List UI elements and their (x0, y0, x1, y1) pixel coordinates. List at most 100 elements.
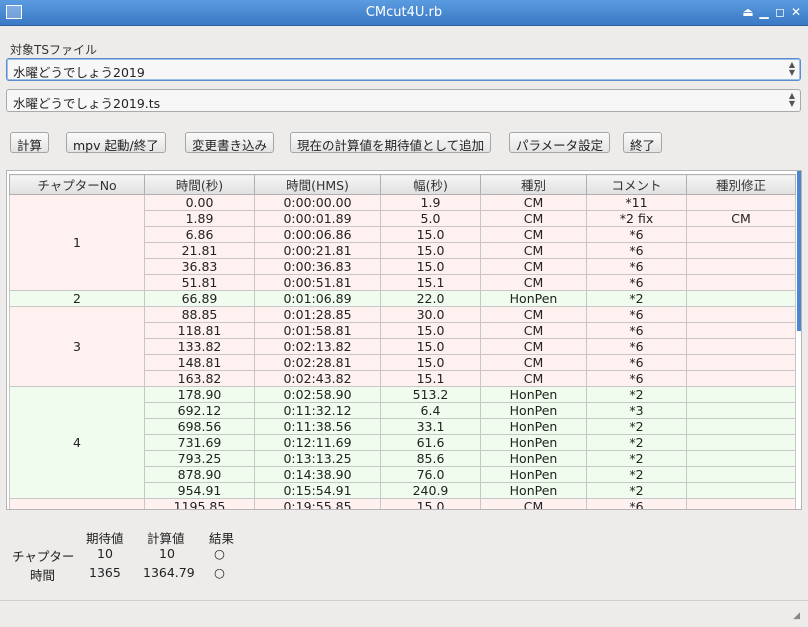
table-row[interactable]: 2 66.89 0:01:06.89 22.0 HonPen *2 (9, 290, 796, 307)
column-header[interactable]: 種別修正 (686, 174, 796, 195)
summary-chapter-label: チャプター (12, 549, 75, 564)
resize-grip-icon[interactable]: ◢ (793, 611, 800, 621)
type-fix-cell[interactable] (686, 290, 796, 307)
title-bar: CMcut4U.rb ⏏ ▁ ◻ ✕ (0, 0, 808, 26)
type-fix-cell[interactable] (686, 322, 796, 339)
width-cell: 22.0 (380, 290, 481, 307)
chapter-number-cell: 4 (9, 386, 145, 499)
type-fix-cell[interactable] (686, 418, 796, 435)
ts-folder-select[interactable]: 水曜どうでしょう2019 ▲ ▼ (6, 58, 801, 81)
table-row[interactable]: 1195.85 0:19:55.85 15.0 CM *6 (9, 498, 796, 509)
type-fix-cell[interactable] (686, 450, 796, 467)
summary-time-label: 時間 (30, 568, 56, 583)
type-fix-cell[interactable] (686, 194, 796, 211)
comment-cell: *2 (586, 482, 687, 499)
summary-time-result: ○ (214, 565, 225, 580)
time-sec-cell: 21.81 (144, 242, 255, 259)
type-cell: CM (480, 338, 587, 355)
type-cell: CM (480, 370, 587, 387)
type-fix-cell[interactable] (686, 386, 796, 403)
type-fix-cell[interactable] (686, 466, 796, 483)
type-cell: HonPen (480, 386, 587, 403)
type-cell: CM (480, 306, 587, 323)
time-sec-cell: 698.56 (144, 418, 255, 435)
time-sec-cell: 6.86 (144, 226, 255, 243)
column-header[interactable]: 時間(秒) (144, 174, 255, 195)
type-cell: CM (480, 258, 587, 275)
type-fix-cell[interactable] (686, 482, 796, 499)
summary-time-expected: 1365 (89, 565, 121, 580)
ts-file-select[interactable]: 水曜どうでしょう2019.ts ▲ ▼ (6, 89, 801, 112)
time-hms-cell: 0:12:11.69 (254, 434, 381, 451)
type-fix-cell[interactable] (686, 434, 796, 451)
column-header[interactable]: 幅(秒) (380, 174, 481, 195)
ts-file-label: 対象TSファイル (10, 43, 97, 57)
time-sec-cell: 88.85 (144, 306, 255, 323)
comment-cell: *3 (586, 402, 687, 419)
maximize-icon[interactable]: ◻ (774, 4, 786, 20)
type-fix-cell[interactable] (686, 498, 796, 509)
chapter-number-cell: 2 (9, 290, 145, 307)
type-cell: HonPen (480, 290, 587, 307)
comment-cell: *6 (586, 338, 687, 355)
type-fix-cell[interactable] (686, 354, 796, 371)
mpv-toggle-button[interactable]: mpv 起動/終了 (66, 132, 166, 153)
column-header[interactable]: チャプターNo (9, 174, 145, 195)
time-sec-cell: 1195.85 (144, 498, 255, 509)
time-sec-cell: 793.25 (144, 450, 255, 467)
calc-button[interactable]: 計算 (10, 132, 50, 153)
type-fix-cell[interactable] (686, 306, 796, 323)
type-cell: CM (480, 274, 587, 291)
width-cell: 61.6 (380, 434, 481, 451)
type-fix-cell[interactable] (686, 402, 796, 419)
param-settings-button[interactable]: パラメータ設定 (509, 132, 611, 153)
chapter-number-cell: 1 (9, 194, 145, 291)
vertical-scrollbar[interactable] (797, 171, 801, 331)
time-sec-cell: 148.81 (144, 354, 255, 371)
summary-header-expected: 期待値 (86, 531, 124, 546)
width-cell: 15.0 (380, 226, 481, 243)
comment-cell: *2 (586, 434, 687, 451)
type-fix-cell[interactable] (686, 274, 796, 291)
type-fix-cell[interactable] (686, 226, 796, 243)
time-hms-cell: 0:13:13.25 (254, 450, 381, 467)
updown-arrows-icon: ▲ ▼ (788, 60, 795, 77)
type-cell: CM (480, 210, 587, 227)
chapter-table-view[interactable]: チャプターNo 時間(秒) 時間(HMS) 幅(秒) 種別 コメント 種別修正 1 0.00 0… (6, 170, 802, 510)
shade-icon[interactable]: ⏏ (742, 4, 754, 20)
table-row[interactable]: 1 0.00 0:00:00.00 1.9 CM *11 (9, 194, 796, 291)
width-cell: 33.1 (380, 418, 481, 435)
column-header[interactable]: 種別 (480, 174, 587, 195)
table-row[interactable]: 3 88.85 0:01:28.85 30.0 CM *6 (9, 306, 796, 387)
type-fix-cell[interactable]: CM (686, 210, 796, 227)
write-changes-button[interactable]: 変更書き込み (185, 132, 275, 153)
width-cell: 85.6 (380, 450, 481, 467)
time-sec-cell: 118.81 (144, 322, 255, 339)
time-hms-cell: 0:00:36.83 (254, 258, 381, 275)
time-sec-cell: 0.00 (144, 194, 255, 211)
width-cell: 15.0 (380, 338, 481, 355)
type-cell: CM (480, 498, 587, 509)
quit-button[interactable]: 終了 (623, 132, 663, 153)
column-header[interactable]: コメント (586, 174, 687, 195)
type-cell: CM (480, 322, 587, 339)
comment-cell: *6 (586, 354, 687, 371)
table-row[interactable]: 4 178.90 0:02:58.90 513.2 HonPen *2 (9, 386, 796, 499)
type-fix-cell[interactable] (686, 338, 796, 355)
time-hms-cell: 0:01:28.85 (254, 306, 381, 323)
summary-header-calculated: 計算値 (147, 531, 185, 546)
type-fix-cell[interactable] (686, 242, 796, 259)
type-fix-cell[interactable] (686, 258, 796, 275)
comment-cell: *6 (586, 322, 687, 339)
comment-cell: *6 (586, 226, 687, 243)
window-title: CMcut4U.rb (365, 5, 443, 20)
column-header[interactable]: 時間(HMS) (254, 174, 381, 195)
time-hms-cell: 0:02:58.90 (254, 386, 381, 403)
time-hms-cell: 0:01:06.89 (254, 290, 381, 307)
comment-cell: *6 (586, 258, 687, 275)
type-fix-cell[interactable] (686, 370, 796, 387)
comment-cell: *6 (586, 370, 687, 387)
add-expected-button[interactable]: 現在の計算値を期待値として追加 (290, 132, 492, 153)
minimize-icon[interactable]: ▁ (758, 4, 770, 20)
close-icon[interactable]: ✕ (790, 4, 802, 20)
